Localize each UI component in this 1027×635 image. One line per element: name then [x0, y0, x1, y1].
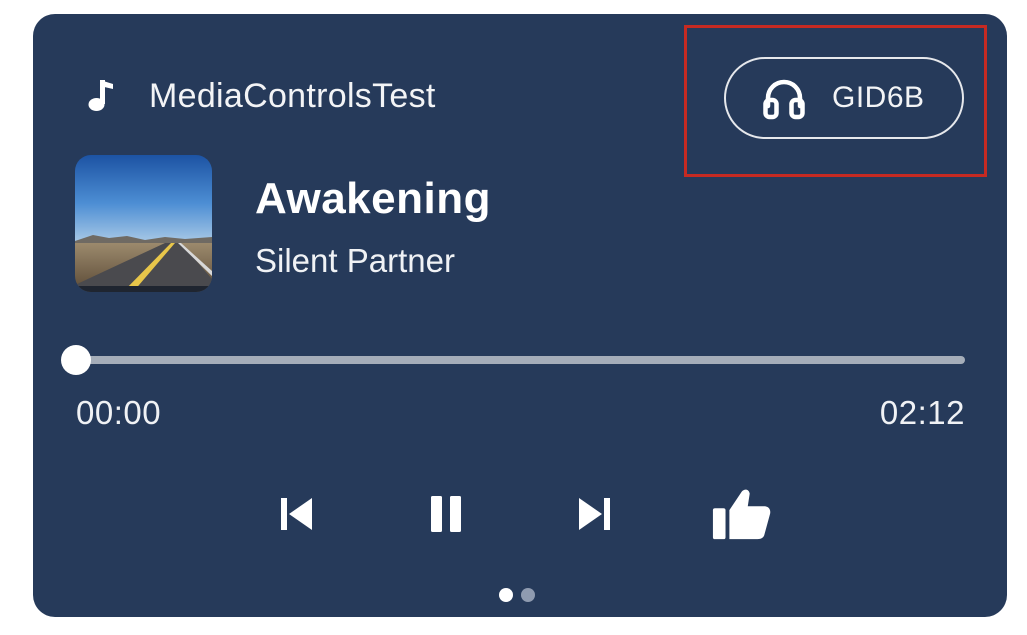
music-note-icon: [88, 80, 113, 111]
app-header: MediaControlsTest: [83, 76, 436, 116]
track-artist: Silent Partner: [255, 242, 455, 279]
skip-next-icon: [579, 498, 610, 530]
thumbs-up-button[interactable]: [711, 484, 771, 544]
headphones-icon: [763, 79, 805, 120]
pause-button[interactable]: [416, 484, 476, 544]
skip-previous-button[interactable]: [267, 484, 327, 544]
skip-previous-icon: [281, 498, 312, 530]
app-name: MediaControlsTest: [149, 76, 436, 115]
thumbs-up-icon: [712, 489, 771, 540]
elapsed-time: 00:00: [76, 394, 162, 431]
output-device-chip[interactable]: GID6B: [724, 57, 964, 139]
page-dot-2[interactable]: [521, 588, 535, 602]
page-dot-1[interactable]: [499, 588, 513, 602]
seek-bar[interactable]: [61, 345, 965, 375]
skip-next-button[interactable]: [564, 484, 624, 544]
pause-icon: [431, 496, 461, 532]
media-controls-card: MediaControlsTest GID6B Awakening Silent…: [33, 14, 1007, 617]
seek-bar-thumb[interactable]: [61, 345, 91, 375]
output-device-label: GID6B: [832, 81, 925, 114]
total-time: 02:12: [879, 394, 965, 431]
album-art: [75, 155, 212, 292]
page-indicator: [499, 588, 535, 602]
track-title: Awakening: [255, 174, 491, 223]
